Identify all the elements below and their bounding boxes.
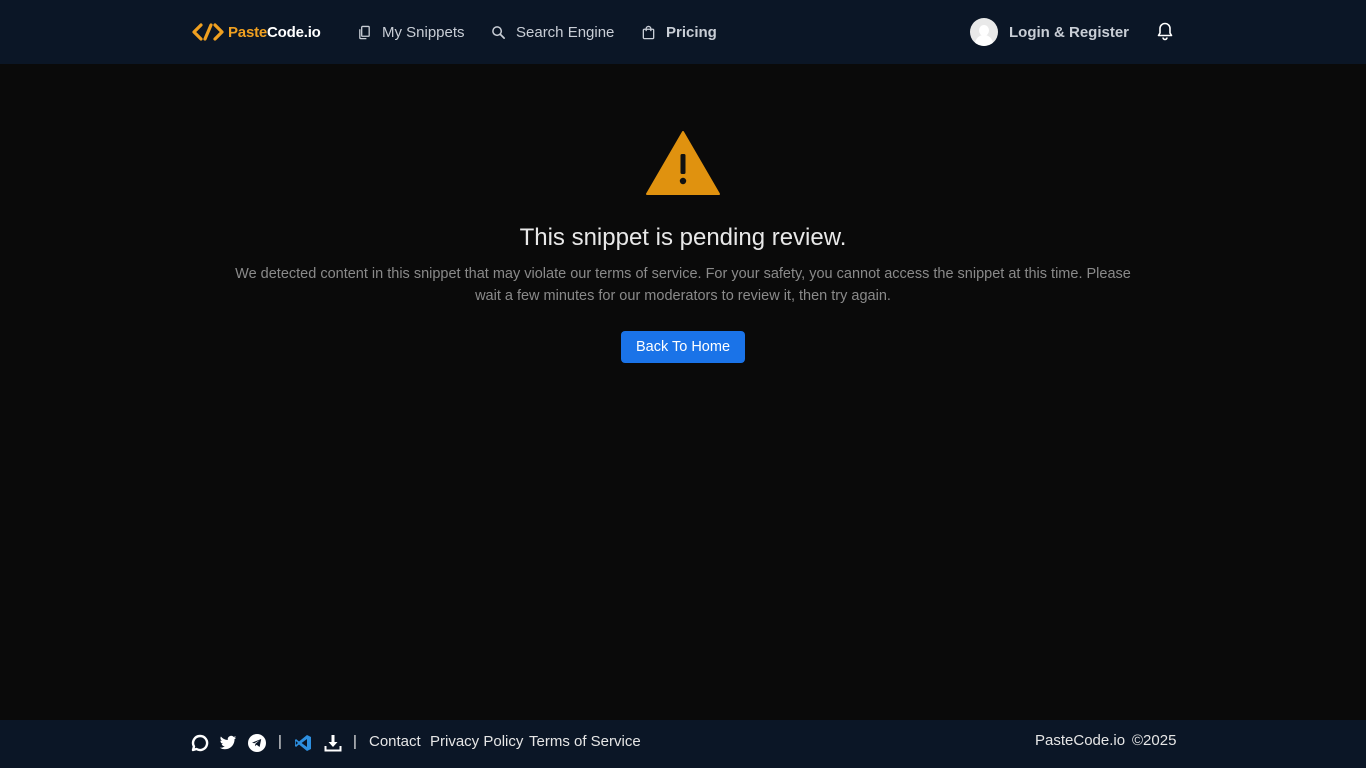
documents-icon	[359, 25, 370, 39]
review-description: We detected content in this snippet that…	[235, 266, 1131, 304]
footer-link-privacy[interactable]: Privacy Policy	[430, 733, 523, 750]
download-icon[interactable]	[324, 734, 342, 752]
vscode-icon[interactable]	[294, 734, 312, 752]
shopping-bag-icon	[642, 25, 655, 39]
avatar	[970, 18, 998, 46]
logo-text: PasteCode.io	[228, 23, 321, 41]
telegram-icon[interactable]	[248, 734, 266, 752]
nav-search-engine-label: Search Engine	[516, 23, 615, 41]
nav-pricing-label: Pricing	[666, 23, 717, 41]
nav-my-snippets[interactable]: My Snippets	[357, 22, 465, 42]
nav-pricing[interactable]: Pricing	[641, 22, 717, 42]
top-navbar: PasteCode.io My Snippets Search Engine P…	[0, 0, 1366, 64]
twitter-icon[interactable]	[219, 734, 237, 752]
search-icon	[492, 25, 505, 39]
nav-search-engine[interactable]: Search Engine	[491, 22, 614, 42]
footer-brand: PasteCode.io	[1035, 732, 1126, 749]
page-title: This snippet is pending review.	[519, 224, 847, 251]
warning-icon	[646, 131, 720, 195]
site-logo[interactable]: PasteCode.io	[192, 22, 321, 42]
login-register-button[interactable]: Login & Register	[970, 18, 1129, 46]
login-register-label: Login & Register	[1009, 23, 1130, 41]
chat-bubble-icon[interactable]	[191, 734, 209, 752]
footer-copyright: ©2025	[1132, 732, 1177, 749]
nav-my-snippets-label: My Snippets	[382, 23, 465, 41]
footer-separator: |	[353, 733, 357, 750]
footer-link-contact[interactable]: Contact	[369, 733, 421, 750]
back-to-home-button[interactable]: Back To Home	[621, 331, 745, 363]
code-brackets-icon	[192, 23, 224, 41]
footer-separator: |	[278, 733, 282, 750]
bell-icon[interactable]	[1156, 21, 1174, 41]
footer-link-terms[interactable]: Terms of Service	[529, 733, 641, 750]
